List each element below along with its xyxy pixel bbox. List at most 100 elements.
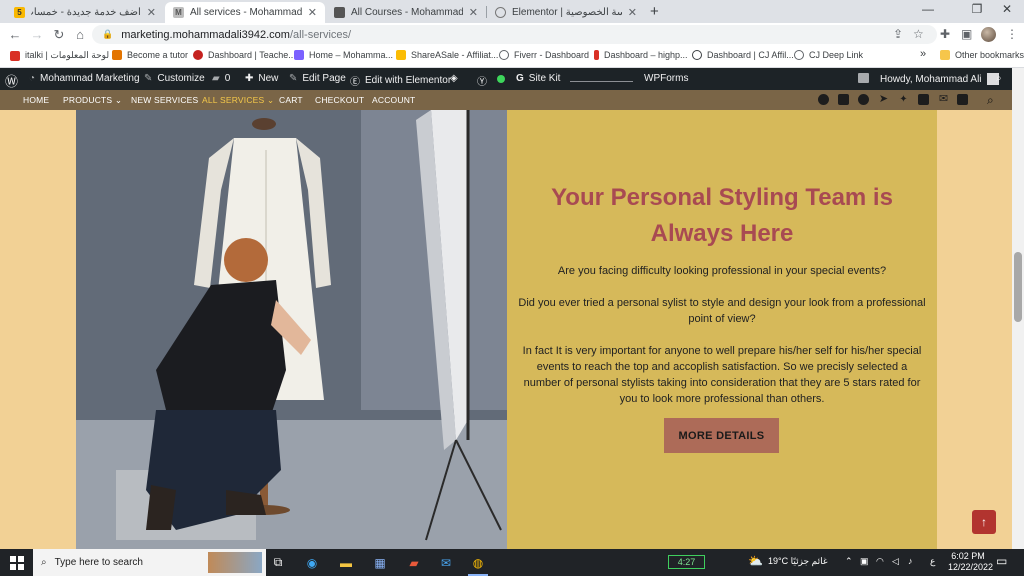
new-tab-button[interactable]: + xyxy=(650,3,659,20)
notes-icon[interactable] xyxy=(858,73,869,83)
cj-icon xyxy=(692,50,702,60)
tutor-favicon xyxy=(334,7,345,18)
wifi-icon[interactable]: ◠ xyxy=(876,556,884,567)
nav-products[interactable]: PRODUCTS ⌄ xyxy=(63,95,122,106)
more-bookmarks-icon[interactable]: » xyxy=(920,48,926,60)
tab-title: أضف خدمة جديدة - خمسات xyxy=(31,7,141,18)
wp-search-icon[interactable]: ⌕ xyxy=(996,73,1002,84)
edge-icon[interactable]: ◉ xyxy=(302,553,322,572)
weather-text[interactable]: 19°C غائم جزئيًا xyxy=(768,556,828,567)
brush-icon: ✎ xyxy=(144,73,153,84)
battery-timer[interactable]: 4:27 xyxy=(668,555,705,569)
close-tab-icon[interactable]: ✕ xyxy=(628,6,637,19)
chrome-icon[interactable]: ◍ xyxy=(468,553,488,572)
linkedin-icon[interactable] xyxy=(957,94,968,105)
diamond-icon[interactable]: ◈ xyxy=(450,73,458,84)
site-favicon: M xyxy=(173,7,184,18)
wp-new[interactable]: ✚ New xyxy=(245,73,278,84)
language-indicator[interactable]: ع xyxy=(930,556,935,567)
taskbar-search-input[interactable]: ⌕ Type here to search xyxy=(33,549,266,576)
close-tab-icon[interactable]: ✕ xyxy=(147,6,156,19)
bookmark-highp[interactable]: Dashboard – highp... xyxy=(594,50,688,60)
share-icon[interactable]: ⇪ xyxy=(893,27,903,41)
site-search-icon[interactable]: ⌕ xyxy=(987,93,994,108)
wp-site-name[interactable]: ◔ Mohammad Marketing xyxy=(29,73,140,84)
wp-edit-elementor[interactable]: Ⓔ Edit with Elementor xyxy=(350,73,451,88)
tab-all-courses[interactable]: All Courses - Mohammad Tutor ✕ xyxy=(326,2,486,23)
store-icon[interactable]: ▦ xyxy=(370,553,390,572)
whatsapp-icon[interactable] xyxy=(858,94,869,105)
other-bookmarks[interactable]: Other bookmarks xyxy=(940,50,1024,60)
bookmark-cj-deep-link[interactable]: CJ Deep Link xyxy=(794,50,863,60)
office-icon[interactable]: ▰ xyxy=(404,553,424,572)
wp-comments[interactable]: ▰ 0 xyxy=(212,73,230,84)
tab-elementor-privacy[interactable]: Elementor | سياسة الخصوصية ✕ xyxy=(487,2,645,23)
file-explorer-icon[interactable]: ▬ xyxy=(336,553,356,572)
page-scrollbar[interactable] xyxy=(1012,68,1024,549)
bookmark-fiverr[interactable]: Fiverr - Dashboard xyxy=(499,50,589,60)
bookmark-dashboard-teacher[interactable]: Dashboard | Teache... xyxy=(193,50,296,60)
stylist-photo xyxy=(76,110,507,549)
bookmark-cj-affiliate[interactable]: Dashboard | CJ Affil... xyxy=(692,50,794,60)
nav-cart[interactable]: CART xyxy=(279,95,303,105)
mail-icon[interactable]: ✉ xyxy=(436,553,456,572)
menu-icon[interactable]: ⋮ xyxy=(1006,27,1018,41)
facebook-icon[interactable] xyxy=(818,94,829,105)
home-icon[interactable]: ⌂ xyxy=(71,27,89,42)
bookmark-star-icon[interactable]: ☆ xyxy=(913,27,924,41)
extensions-icon[interactable]: ✚ xyxy=(940,27,950,41)
bookmark-become-tutor[interactable]: Become a tutor xyxy=(112,50,188,60)
profile-avatar[interactable] xyxy=(981,27,996,42)
stylist-illustration xyxy=(76,110,507,549)
weather-icon[interactable]: ⛅ xyxy=(748,554,763,568)
restore-button[interactable]: ❐ xyxy=(962,2,992,16)
wp-edit-page[interactable]: ✎ Edit Page xyxy=(289,73,346,84)
chevron-down-icon: ⌄ xyxy=(112,95,123,105)
wp-customize[interactable]: ✎ Customize xyxy=(144,73,205,84)
chevron-up-icon[interactable]: ⌃ xyxy=(845,556,853,567)
close-tab-icon[interactable]: ✕ xyxy=(308,6,317,19)
instagram-icon[interactable] xyxy=(838,94,849,105)
reload-icon[interactable]: ↻ xyxy=(50,27,68,42)
yoast-icon[interactable]: Ⓨ xyxy=(477,73,487,88)
volume-icon[interactable]: ◁ xyxy=(892,556,899,567)
nav-all-services[interactable]: ALL SERVICES ⌄ xyxy=(202,95,274,106)
bookmark-shareasale[interactable]: ShareASale - Affiliat... xyxy=(396,50,498,60)
task-view-icon[interactable]: ⧉ xyxy=(268,553,288,572)
email-icon[interactable]: ✉ xyxy=(938,94,949,105)
close-window-button[interactable]: ✕ xyxy=(992,2,1022,16)
nav-home[interactable]: HOME xyxy=(23,95,49,105)
tray-icon-1[interactable]: ▣ xyxy=(860,556,869,567)
nav-new-services[interactable]: NEW SERVICES xyxy=(131,95,198,105)
telegram-icon[interactable]: ➤ xyxy=(878,94,889,105)
windows-start-icon[interactable] xyxy=(7,553,27,572)
clock[interactable]: 6:02 PM 12/22/2022 xyxy=(948,551,993,573)
search-highlight-image xyxy=(208,552,262,573)
nav-checkout[interactable]: CHECKOUT xyxy=(315,95,364,105)
youtube-icon[interactable] xyxy=(918,94,929,105)
notifications-icon[interactable]: ▭ xyxy=(996,554,1007,568)
status-dot-icon xyxy=(497,75,505,83)
wordpress-logo-icon[interactable]: Ⓦ xyxy=(5,71,18,90)
address-bar[interactable]: 🔒 marketing.mohammadali3942.com /all-ser… xyxy=(92,25,937,44)
twitter-icon[interactable]: ✦ xyxy=(898,94,909,105)
scrollbar-thumb[interactable] xyxy=(1014,252,1022,322)
side-panel-icon[interactable]: ▣ xyxy=(961,27,972,41)
globe-icon xyxy=(794,50,804,60)
tab-khamsat[interactable]: 5 أضف خدمة جديدة - خمسات ✕ xyxy=(6,2,164,23)
speaker-icon[interactable]: ♪ xyxy=(908,556,913,566)
wp-admin-bar: Ⓦ ◔ Mohammad Marketing ✎ Customize ▰ 0 ✚ New… xyxy=(0,68,1012,90)
nav-account[interactable]: ACCOUNT xyxy=(372,95,415,105)
wp-wpforms[interactable]: WPForms xyxy=(644,73,688,84)
bookmark-italki[interactable]: italki | لوحة المعلومات xyxy=(10,50,109,61)
back-icon[interactable]: ← xyxy=(6,27,24,42)
minimize-button[interactable]: — xyxy=(913,2,943,16)
close-tab-icon[interactable]: ✕ xyxy=(469,6,478,19)
more-details-button[interactable]: MORE DETAILS xyxy=(664,418,779,453)
tab-all-services[interactable]: M All services - Mohammad Marketi ✕ xyxy=(165,2,325,23)
wp-howdy[interactable]: Howdy, Mohammad Ali xyxy=(880,73,999,85)
forward-icon[interactable]: → xyxy=(28,27,46,42)
scroll-to-top-button[interactable]: ↑ xyxy=(972,510,996,534)
wp-site-kit[interactable]: G Site Kit xyxy=(516,73,560,84)
bookmark-home-mohammad[interactable]: Home – Mohamma... xyxy=(294,50,393,60)
